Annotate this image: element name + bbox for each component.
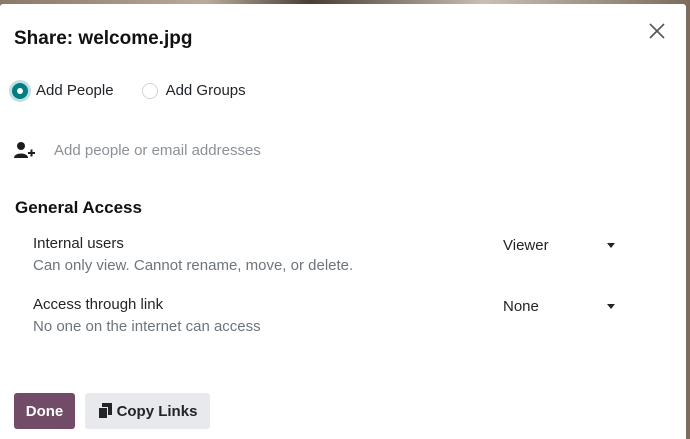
copy-links-button[interactable]: Copy Links — [85, 393, 210, 429]
access-description: No one on the internet can access — [33, 318, 261, 335]
people-email-input[interactable] — [54, 141, 474, 159]
radio-label: Add Groups — [165, 82, 246, 99]
caret-down-icon — [607, 242, 615, 248]
internal-users-permission-select[interactable]: Viewer — [503, 235, 615, 255]
radio-label: Add People — [36, 82, 114, 99]
done-button[interactable]: Done — [14, 393, 75, 429]
close-icon[interactable] — [646, 20, 668, 42]
radio-add-groups[interactable]: Add Groups — [141, 82, 246, 99]
select-value: None — [503, 297, 539, 315]
add-people-row — [14, 141, 474, 159]
user-plus-icon — [14, 142, 35, 158]
general-access-title: General Access — [15, 198, 142, 217]
caret-down-icon — [607, 303, 615, 309]
radio-checked-icon[interactable] — [12, 82, 28, 99]
copy-icon — [97, 403, 112, 419]
radio-unchecked-icon[interactable] — [141, 82, 158, 99]
access-row-link: Access through link No one on the intern… — [33, 296, 623, 335]
copy-links-label: Copy Links — [116, 402, 198, 420]
access-description: Can only view. Cannot rename, move, or d… — [33, 257, 354, 274]
link-permission-select[interactable]: None — [503, 296, 615, 316]
radio-add-people[interactable]: Add People — [12, 82, 114, 99]
dialog-title: Share: welcome.jpg — [14, 28, 193, 49]
share-dialog: Share: welcome.jpg Add People Add Groups… — [0, 4, 686, 439]
share-mode-radio-group: Add People Add Groups — [12, 82, 274, 99]
select-value: Viewer — [503, 236, 549, 254]
access-row-internal-users: Internal users Can only view. Cannot ren… — [33, 235, 623, 274]
